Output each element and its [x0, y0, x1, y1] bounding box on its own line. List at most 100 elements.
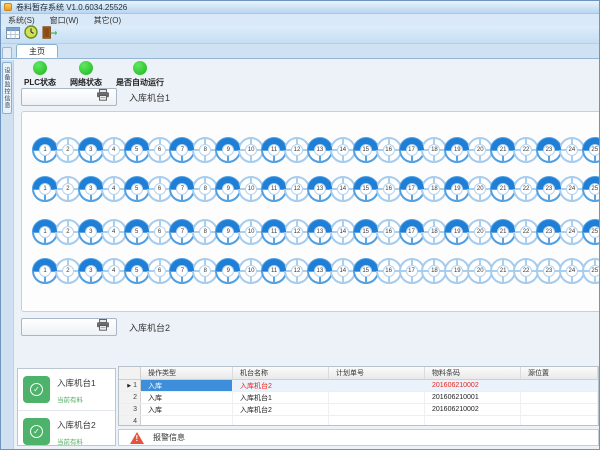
coil-slot-r2c25: 25 [582, 176, 600, 202]
toolbar-button-exit[interactable] [40, 27, 58, 43]
column-header-2[interactable]: 计划单号 [329, 367, 425, 379]
side-vertical-tab[interactable]: 设备监控信息 [2, 62, 12, 114]
coil-slot-number: 3 [85, 183, 97, 195]
coil-slot-number: 20 [474, 226, 486, 238]
cell-r3c1[interactable]: 入库机台2 [233, 404, 329, 415]
table-row-3[interactable]: 3入库入库机台2 201606210002 [119, 404, 598, 416]
coil-slot-number: 19 [451, 144, 463, 156]
cell-r1c4[interactable] [521, 380, 598, 391]
coil-slot-number: 10 [245, 183, 257, 195]
cell-r1c2[interactable] [329, 380, 425, 391]
coil-slot-number: 18 [428, 265, 440, 277]
machine2-header: 入库机台2 [21, 317, 170, 337]
coil-slot-number: 2 [62, 144, 74, 156]
coil-slot-r1c14: 14 [330, 137, 356, 163]
cell-r3c0[interactable]: 入库 [141, 404, 233, 415]
coil-slot-number: 8 [199, 144, 211, 156]
toolbar-button-calendar[interactable] [4, 27, 22, 43]
menu-item-2[interactable]: 其它(O) [94, 15, 122, 26]
coil-slot-number: 4 [108, 265, 120, 277]
status-indicator-2: 是否自动运行 [109, 61, 171, 88]
row-header-1[interactable]: ▶1 [119, 380, 141, 391]
toolbar [1, 26, 599, 44]
coil-slot-r3c14: 14 [330, 219, 356, 245]
cell-r2c0[interactable]: 入库 [141, 392, 233, 403]
cell-r1c3[interactable]: 201606210002 [425, 380, 521, 391]
machine-card-subtitle: 当前有料 [57, 436, 96, 446]
coil-slot-r2c13: 13 [307, 176, 333, 202]
coil-slot-r2c5: 5 [124, 176, 150, 202]
coil-slot-number: 25 [589, 226, 600, 238]
cell-r2c1[interactable]: 入库机台1 [233, 392, 329, 403]
check-icon-box: ✓ [23, 418, 50, 445]
machine1-print-button[interactable] [21, 88, 117, 106]
alarm-panel: 报警信息 [118, 429, 599, 446]
check-icon-box: ✓ [23, 376, 50, 403]
machine-card-text: 入库机台1当前有料 [57, 376, 96, 404]
coil-slot-number: 21 [497, 183, 509, 195]
coil-slot-number: 4 [108, 144, 120, 156]
coil-slot-number: 16 [383, 183, 395, 195]
cell-r1c1[interactable]: 入库机台2 [233, 380, 329, 391]
tab-stub[interactable] [2, 47, 12, 58]
coil-slot-r1c4: 4 [101, 137, 127, 163]
row-header-4[interactable]: 4 [119, 416, 141, 426]
column-header-4[interactable]: 源位置 [521, 367, 598, 379]
cell-r4c1[interactable] [233, 416, 329, 426]
cell-r4c3[interactable] [425, 416, 521, 426]
coil-slot-number: 9 [222, 265, 234, 277]
menu-item-1[interactable]: 窗口(W) [50, 15, 79, 26]
coil-slot-number: 15 [360, 183, 372, 195]
coil-slot-number: 9 [222, 144, 234, 156]
coil-slot-number: 24 [566, 144, 578, 156]
coil-row-4: 1234567891011121314151617181920212223242… [32, 258, 600, 284]
app-icon [4, 3, 12, 11]
machine-card-1[interactable]: ✓ 入库机台1当前有料 [18, 369, 115, 410]
column-header-1[interactable]: 机台名称 [233, 367, 329, 379]
exit-icon [42, 26, 57, 44]
coil-slot-number: 7 [176, 265, 188, 277]
content-area: 设备监控信息 PLC状态网络状态是否自动运行 入库机台1 12345678910… [1, 60, 599, 449]
cell-r2c2[interactable] [329, 392, 425, 403]
coil-slot-r4c5: 5 [124, 258, 150, 284]
coil-slot-number: 10 [245, 226, 257, 238]
coil-slot-r3c3: 3 [78, 219, 104, 245]
machine-card-2[interactable]: ✓ 入库机台2当前有料 [18, 410, 115, 450]
coil-slot-r4c25: 25 [582, 258, 600, 284]
coil-slot-r1c15: 15 [353, 137, 379, 163]
table-row-4[interactable]: 4 [119, 416, 598, 426]
machine-card-text: 入库机台2当前有料 [57, 418, 96, 446]
coil-slot-number: 9 [222, 226, 234, 238]
machine-card-subtitle: 当前有料 [57, 394, 96, 404]
table-row-2[interactable]: 2入库入库机台1 201606210001 [119, 392, 598, 404]
row-header-2[interactable]: 2 [119, 392, 141, 403]
cell-r4c0[interactable] [141, 416, 233, 426]
menu-item-0[interactable]: 系统(S) [8, 15, 35, 26]
title-bar[interactable]: 卷料暂存系统 V1.0.6034.25526 [1, 1, 599, 14]
toolbar-button-clock[interactable] [22, 27, 40, 43]
cell-r4c2[interactable] [329, 416, 425, 426]
cell-r1c0[interactable]: 入库 [141, 380, 233, 391]
cell-r3c2[interactable] [329, 404, 425, 415]
row-header-3[interactable]: 3 [119, 404, 141, 415]
coil-slot-number: 17 [406, 183, 418, 195]
cell-r2c3[interactable]: 201606210001 [425, 392, 521, 403]
cell-r4c4[interactable] [521, 416, 598, 426]
coil-slot-number: 6 [154, 183, 166, 195]
coil-slot-number: 14 [337, 144, 349, 156]
coil-slot-number: 13 [314, 226, 326, 238]
cell-r3c3[interactable]: 201606210002 [425, 404, 521, 415]
machine2-print-button[interactable] [21, 318, 117, 336]
cell-r2c4[interactable] [521, 392, 598, 403]
status-indicator-0: PLC状态 [17, 61, 63, 88]
coil-slot-number: 8 [199, 183, 211, 195]
tab-home[interactable]: 主页 [16, 44, 58, 58]
column-header-3[interactable]: 物料条码 [425, 367, 521, 379]
coil-slot-number: 25 [589, 183, 600, 195]
table-row-1[interactable]: ▶1入库入库机台2 201606210002 [119, 380, 598, 392]
coil-slot-number: 23 [543, 226, 555, 238]
cell-r3c4[interactable] [521, 404, 598, 415]
column-header-0[interactable]: 操作类型 [141, 367, 233, 379]
coil-slot-number: 11 [268, 226, 280, 238]
coil-slot-number: 2 [62, 265, 74, 277]
